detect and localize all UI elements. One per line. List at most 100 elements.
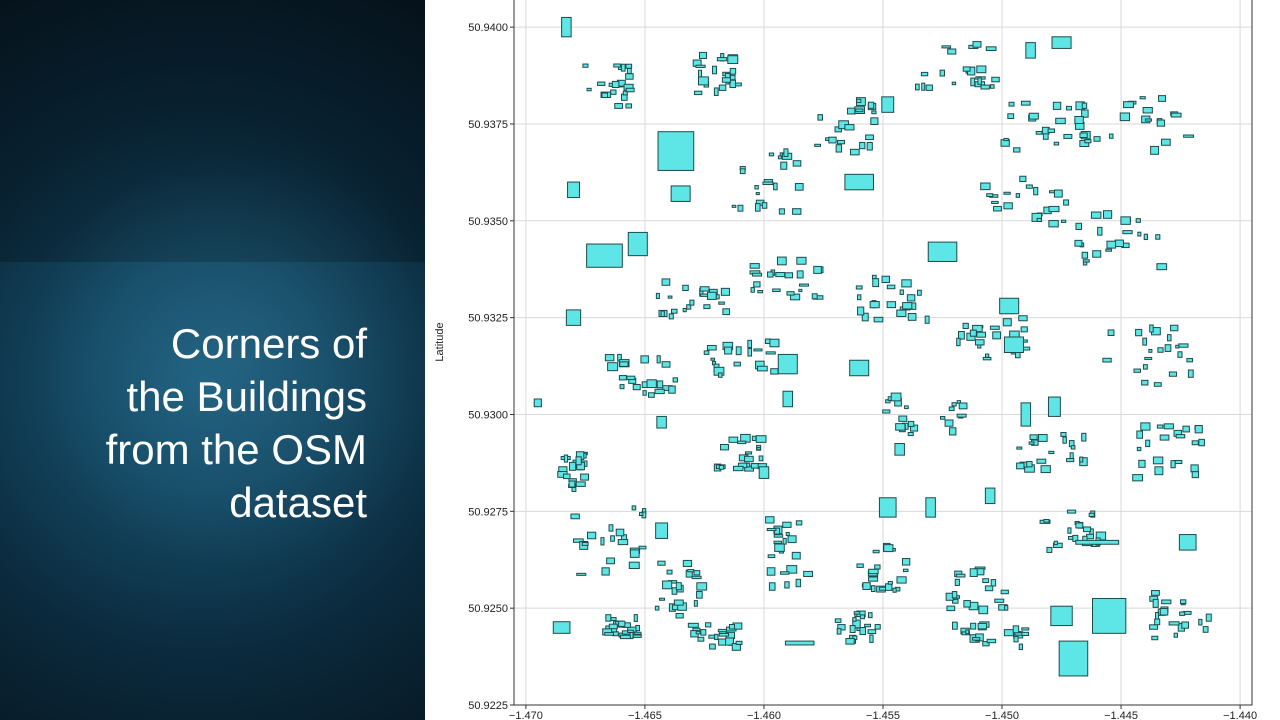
building-footprint-small: [869, 634, 874, 643]
building-footprint-small: [615, 528, 625, 537]
building-footprint-small: [1198, 438, 1205, 447]
building-footprint-small: [601, 92, 609, 99]
building-footprint-small: [868, 576, 879, 582]
building-footprint: [1058, 640, 1089, 677]
building-footprint-small: [1028, 112, 1039, 120]
building-footprint-small: [1175, 434, 1186, 439]
building-footprint: [878, 497, 897, 518]
building-footprint-small: [859, 626, 866, 636]
building-footprint-small: [1081, 251, 1089, 259]
building-footprint-small: [654, 605, 660, 611]
building-footprint-small: [962, 322, 969, 329]
building-footprint-small: [699, 286, 710, 292]
building-footprint: [561, 16, 572, 38]
building-footprint-small: [1114, 239, 1124, 248]
y-tick-label: 50.9325: [468, 313, 508, 325]
building-footprint-small: [862, 582, 871, 590]
building-footprint-small: [604, 632, 615, 636]
building-footprint-small: [1075, 522, 1084, 529]
building-footprint-small: [1154, 466, 1164, 476]
building-footprint-small: [1133, 368, 1141, 373]
building-footprint-small: [814, 143, 822, 147]
building-footprint-small: [1013, 147, 1021, 153]
building-footprint: [1047, 396, 1061, 417]
building-footprint-small: [1062, 436, 1067, 444]
building-footprint-small: [704, 622, 712, 628]
building-footprint-small: [1003, 202, 1013, 210]
building-footprint-small: [1143, 233, 1148, 241]
building-footprint-small: [925, 84, 933, 91]
building-footprint-small: [978, 605, 989, 615]
building-footprint-small: [886, 284, 896, 290]
building-footprint-small: [1149, 624, 1159, 630]
building-footprint-small: [1142, 364, 1148, 370]
building-footprint-small: [1168, 371, 1177, 377]
building-footprint-small: [668, 385, 676, 394]
building-footprint-small: [1090, 211, 1102, 219]
building-footprint-small: [568, 480, 576, 488]
building-footprint-small: [1025, 184, 1033, 189]
building-footprint-small: [582, 63, 589, 68]
building-footprint-small: [718, 301, 725, 305]
building-footprint-small: [856, 563, 864, 568]
building-footprint-small: [695, 64, 706, 68]
building-footprint-small: [1053, 540, 1058, 546]
building-footprint-small: [1065, 105, 1073, 111]
building-footprint-small: [570, 513, 580, 520]
building-footprint-small: [581, 541, 589, 546]
building-footprint-small: [1028, 441, 1035, 445]
building-footprint-small: [1081, 102, 1088, 109]
building-footprint: [1020, 402, 1032, 427]
building-footprint-small: [563, 454, 569, 463]
building-footprint-small: [1004, 605, 1009, 611]
building-footprint-small: [719, 443, 729, 451]
building-footprint-small: [774, 543, 785, 552]
building-footprint-small: [991, 76, 1000, 83]
building-footprint-small: [721, 77, 731, 83]
building-footprint-small: [955, 573, 966, 578]
building-footprint-small: [714, 633, 719, 641]
building-footprint-small: [976, 331, 986, 338]
building-footprint: [1091, 597, 1127, 634]
building-footprint-small: [1161, 138, 1171, 146]
building-footprint-small: [977, 622, 988, 630]
building-footprint-small: [586, 87, 592, 92]
building-footprint-small: [666, 569, 673, 575]
building-footprint-small: [990, 84, 995, 89]
building-footprint-small: [625, 73, 634, 80]
building-footprint-small: [654, 388, 665, 395]
building-footprint-small: [980, 182, 991, 191]
building-footprint-small: [1157, 347, 1164, 353]
building-footprint-small: [780, 161, 788, 170]
building-footprint-small: [857, 306, 865, 316]
building-footprint-small: [618, 375, 627, 381]
building-footprint-small: [1145, 439, 1151, 448]
building-footprint-small: [767, 554, 776, 559]
building-footprint-small: [1198, 618, 1203, 626]
building-footprint-small: [728, 623, 735, 630]
building-footprint-small: [744, 455, 754, 463]
building-footprint-small: [1136, 446, 1142, 452]
building-footprint-small: [661, 361, 671, 368]
building-footprint-small: [970, 622, 977, 630]
building-footprint-small: [1149, 324, 1154, 333]
x-tick-label: −1.445: [1104, 710, 1138, 720]
building-footprint-small: [765, 516, 775, 524]
building-footprint-small: [1060, 432, 1067, 437]
building-footprint-small: [907, 431, 914, 437]
building-footprint: [1075, 539, 1120, 545]
building-footprint-small: [693, 570, 701, 576]
building-footprint-small: [1092, 250, 1102, 258]
building-footprint-small: [696, 582, 708, 591]
building-footprint-small: [1018, 315, 1028, 322]
building-footprint-small: [773, 540, 783, 544]
building-footprint-small: [939, 416, 946, 420]
building-footprint-small: [795, 578, 802, 588]
building-footprint-small: [610, 89, 617, 95]
building-footprint-small: [856, 98, 862, 103]
building-footprint-small: [867, 101, 875, 109]
building-footprint-small: [1021, 631, 1030, 637]
building-footprint-small: [1190, 464, 1199, 473]
building-footprint-small: [682, 284, 689, 291]
building-footprint-small: [976, 65, 987, 74]
